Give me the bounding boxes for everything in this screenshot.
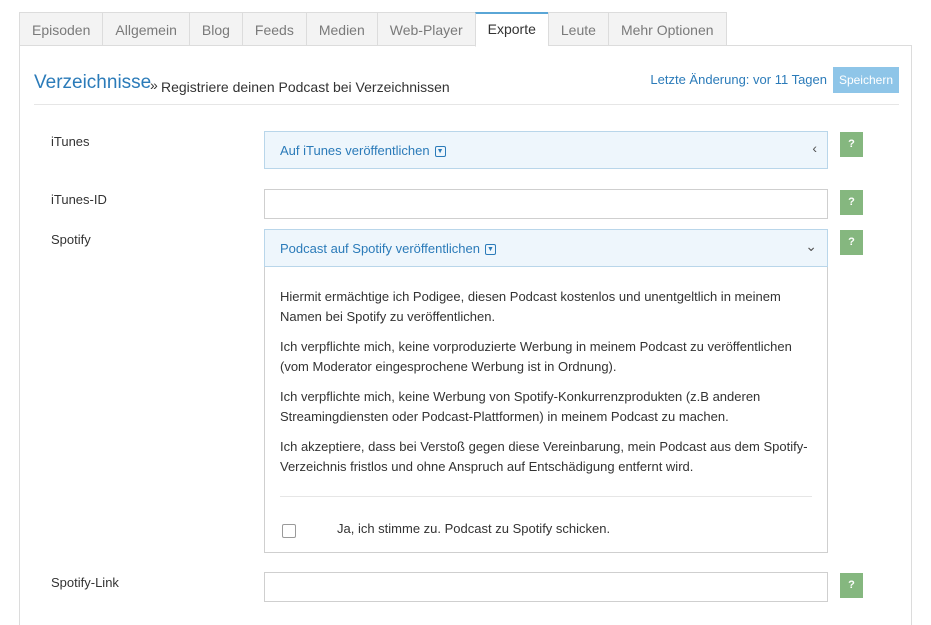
- dropdown-icon: ▼: [434, 146, 446, 158]
- tab-exporte[interactable]: Exporte: [474, 12, 548, 47]
- spotify-link-label: Spotify-Link: [51, 575, 119, 590]
- spotify-consent-label[interactable]: Ja, ich stimme zu. Podcast zu Spotify sc…: [337, 521, 610, 536]
- page-title: Registriere deinen Podcast bei Verzeichn…: [161, 79, 450, 95]
- itunes-help-button[interactable]: ?: [840, 132, 863, 157]
- page-header: Verzeichnisse » Registriere deinen Podca…: [34, 67, 899, 106]
- spotify-publish-toggle-label: Podcast auf Spotify veröffentlichen ▼: [280, 241, 496, 256]
- tab-feeds[interactable]: Feeds: [241, 12, 306, 46]
- tab-mehr-optionen[interactable]: Mehr Optionen: [607, 12, 727, 46]
- itunes-id-label: iTunes-ID: [51, 192, 107, 207]
- itunes-id-help-button[interactable]: ?: [840, 190, 863, 215]
- terms-paragraph: Ich verpflichte mich, keine vorproduzier…: [280, 339, 792, 374]
- dropdown-icon: ▼: [484, 244, 496, 256]
- breadcrumb-separator: »: [150, 77, 158, 93]
- chevron-left-icon: ‹: [812, 140, 817, 156]
- breadcrumb-verzeichnisse-link[interactable]: Verzeichnisse: [34, 72, 151, 94]
- terms-divider: [280, 496, 812, 497]
- spotify-consent-checkbox[interactable]: [282, 524, 296, 538]
- spotify-link-help-button[interactable]: ?: [840, 573, 863, 598]
- terms-paragraph: Ich verpflichte mich, keine Werbung von …: [280, 389, 761, 424]
- tab-bar: Episoden Allgemein Blog Feeds Medien Web…: [19, 12, 727, 47]
- tab-allgemein[interactable]: Allgemein: [102, 12, 189, 46]
- tab-web-player[interactable]: Web-Player: [376, 12, 475, 46]
- chevron-down-icon: ⌄: [805, 238, 817, 254]
- header-divider: [34, 104, 899, 105]
- spotify-help-button[interactable]: ?: [840, 230, 863, 255]
- last-change-status: Letzte Änderung: vor 11 Tagen: [650, 72, 827, 87]
- itunes-publish-toggle[interactable]: Auf iTunes veröffentlichen ▼ ‹: [264, 131, 828, 169]
- spotify-terms-panel: Hiermit ermächtige ich Podigee, diesen P…: [264, 267, 828, 553]
- exports-panel: Verzeichnisse » Registriere deinen Podca…: [19, 45, 912, 625]
- tab-medien[interactable]: Medien: [305, 12, 377, 46]
- tab-blog[interactable]: Blog: [188, 12, 242, 46]
- terms-paragraph: Ich akzeptiere, dass bei Verstoß gegen d…: [280, 439, 808, 474]
- spotify-link-input[interactable]: [264, 572, 828, 602]
- itunes-id-input[interactable]: [264, 189, 828, 219]
- itunes-label: iTunes: [51, 134, 90, 149]
- tab-episoden[interactable]: Episoden: [19, 12, 103, 46]
- itunes-publish-toggle-label: Auf iTunes veröffentlichen ▼: [280, 143, 446, 158]
- spotify-publish-toggle[interactable]: Podcast auf Spotify veröffentlichen ▼ ⌄: [264, 229, 828, 267]
- tab-leute[interactable]: Leute: [547, 12, 608, 46]
- terms-paragraph: Hiermit ermächtige ich Podigee, diesen P…: [280, 289, 781, 324]
- spotify-label: Spotify: [51, 232, 91, 247]
- save-button[interactable]: Speichern: [832, 67, 899, 93]
